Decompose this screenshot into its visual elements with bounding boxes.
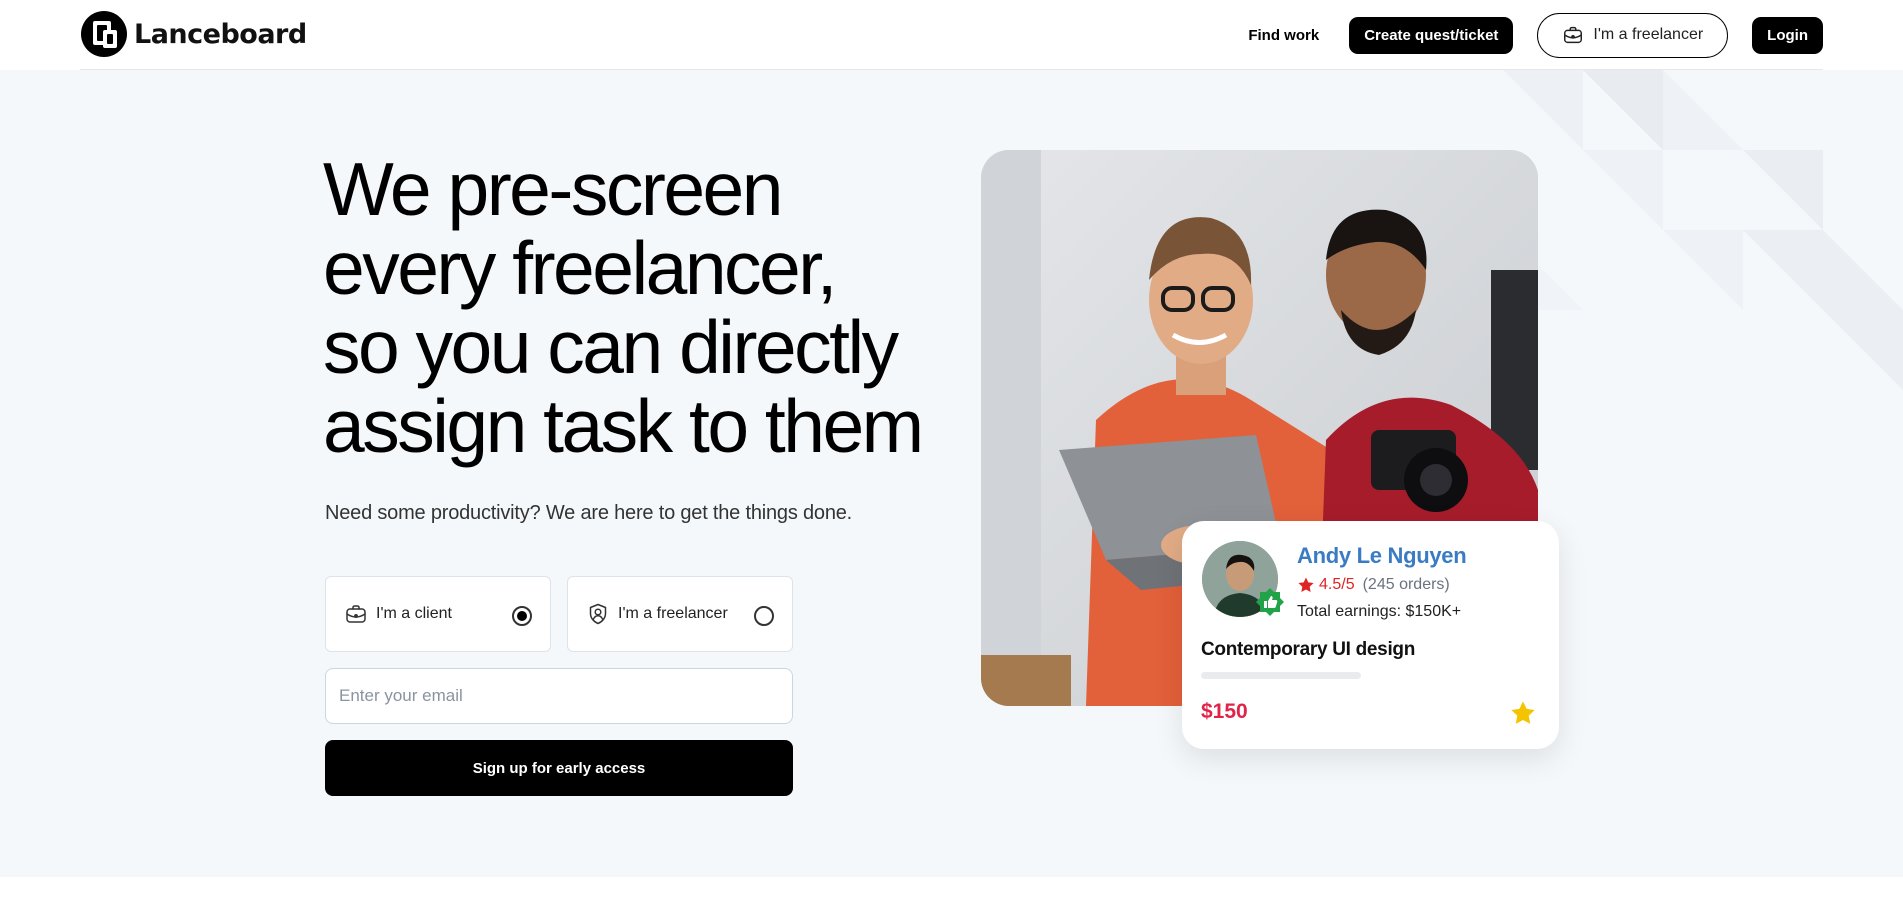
rating-score: 4.5/5 bbox=[1319, 576, 1355, 593]
create-quest-button[interactable]: Create quest/ticket bbox=[1349, 16, 1514, 54]
service-title: Contemporary UI design bbox=[1201, 639, 1416, 660]
signup-button[interactable]: Sign up for early access bbox=[325, 740, 793, 796]
role-selector: I'm a client I'm a freelancer bbox=[325, 576, 793, 652]
hero-headline: We pre-screen every freelancer, so you c… bbox=[323, 147, 924, 468]
progress-placeholder-bar bbox=[1201, 672, 1361, 679]
brand-logo[interactable]: Lanceboard bbox=[80, 10, 307, 58]
find-work-link[interactable]: Find work bbox=[1248, 27, 1319, 44]
freelancer-name[interactable]: Andy Le Nguyen bbox=[1297, 543, 1467, 569]
user-badge-icon bbox=[589, 603, 607, 625]
hero-section: We pre-screen every freelancer, so you c… bbox=[0, 70, 1903, 877]
role-client-radio[interactable] bbox=[512, 606, 532, 626]
total-earnings: Total earnings: $150K+ bbox=[1297, 603, 1462, 620]
verified-badge-icon bbox=[1256, 588, 1284, 616]
briefcase-icon bbox=[1564, 26, 1583, 44]
freelancer-profile-card[interactable]: Andy Le Nguyen 4.5/5 (245 orders) Total … bbox=[1182, 521, 1559, 749]
role-freelancer-label: I'm a freelancer bbox=[618, 605, 728, 622]
hero-subtitle: Need some productivity? We are here to g… bbox=[325, 502, 853, 524]
service-price: $150 bbox=[1201, 700, 1248, 723]
role-client-label: I'm a client bbox=[376, 605, 452, 622]
brand-name: Lanceboard bbox=[134, 18, 307, 50]
decorative-triangles bbox=[1503, 70, 1903, 390]
briefcase-icon bbox=[346, 605, 366, 623]
role-freelancer-option[interactable]: I'm a freelancer bbox=[567, 576, 793, 652]
freelancer-button[interactable]: I'm a freelancer bbox=[1537, 12, 1729, 58]
role-client-option[interactable]: I'm a client bbox=[325, 576, 551, 652]
freelancer-button-label: I'm a freelancer bbox=[1593, 26, 1704, 43]
favorite-star-icon[interactable] bbox=[1509, 699, 1537, 727]
freelancer-rating: 4.5/5 (245 orders) bbox=[1297, 576, 1450, 594]
email-input[interactable] bbox=[325, 668, 793, 724]
star-icon bbox=[1298, 577, 1314, 592]
nav-actions: Find work Create quest/ticket I'm a free… bbox=[1248, 12, 1823, 58]
role-freelancer-radio[interactable] bbox=[754, 606, 774, 626]
lanceboard-logo-icon bbox=[81, 11, 127, 57]
login-button[interactable]: Login bbox=[1752, 16, 1823, 54]
navbar: Lanceboard Find work Create quest/ticket… bbox=[0, 0, 1903, 70]
rating-orders: (245 orders) bbox=[1362, 576, 1450, 593]
